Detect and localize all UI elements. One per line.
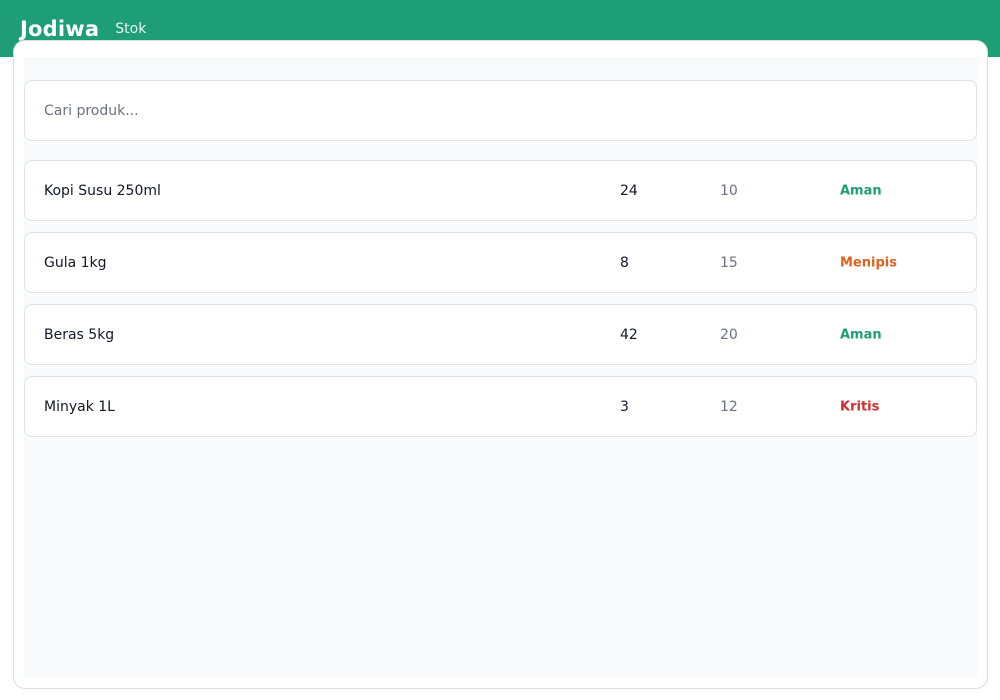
product-min-stock: 12: [720, 398, 738, 415]
product-row[interactable]: Beras 5kg 42 20 Aman: [24, 304, 977, 365]
product-row[interactable]: Minyak 1L 3 12 Kritis: [24, 376, 977, 437]
product-name: Gula 1kg: [44, 254, 107, 271]
product-stock: 3: [620, 398, 629, 415]
product-name: Beras 5kg: [44, 326, 115, 343]
product-list: Kopi Susu 250ml 24 10 Aman Gula 1kg 8 15…: [24, 160, 977, 448]
product-stock: 24: [620, 182, 638, 199]
status-badge: Menipis: [840, 255, 897, 270]
product-stock: 42: [620, 326, 638, 343]
status-badge: Aman: [840, 183, 882, 198]
nav-link-stok[interactable]: Stok: [115, 21, 146, 37]
product-row[interactable]: Kopi Susu 250ml 24 10 Aman: [24, 160, 977, 221]
search-input[interactable]: [24, 80, 977, 141]
product-name: Kopi Susu 250ml: [44, 182, 161, 199]
product-row[interactable]: Gula 1kg 8 15 Menipis: [24, 232, 977, 293]
brand-logo[interactable]: Jodiwa: [20, 17, 99, 41]
product-min-stock: 10: [720, 182, 738, 199]
product-min-stock: 15: [720, 254, 738, 271]
status-badge: Aman: [840, 327, 882, 342]
product-min-stock: 20: [720, 326, 738, 343]
product-name: Minyak 1L: [44, 398, 115, 415]
status-badge: Kritis: [840, 399, 880, 414]
product-stock: 8: [620, 254, 629, 271]
